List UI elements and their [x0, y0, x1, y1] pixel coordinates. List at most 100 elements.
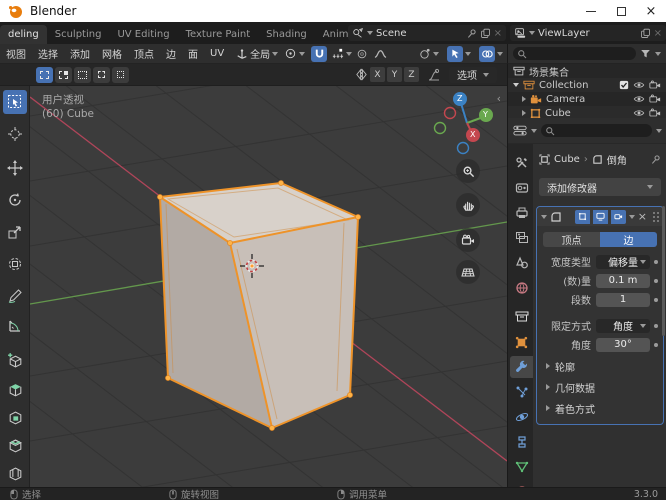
- tab-scene[interactable]: [510, 252, 533, 274]
- tab-particles[interactable]: [510, 381, 533, 403]
- tab-modeling[interactable]: deling: [0, 25, 47, 44]
- select-mode-intersect[interactable]: [112, 66, 129, 83]
- checkbox-icon[interactable]: [619, 80, 629, 90]
- display-realtime-toggle[interactable]: [592, 209, 608, 224]
- hide-eye-icon[interactable]: [633, 94, 645, 104]
- options-dropdown[interactable]: 选项: [449, 66, 497, 83]
- tool-inset-faces[interactable]: [3, 406, 27, 430]
- animate-dot-icon[interactable]: [654, 297, 658, 302]
- menu-face[interactable]: 面: [182, 46, 204, 61]
- outliner-row-cube[interactable]: Cube: [508, 106, 666, 118]
- select-mode-new[interactable]: [36, 66, 53, 83]
- tab-uv-editing[interactable]: UV Editing: [109, 25, 177, 44]
- section-geometry[interactable]: 几何数据: [537, 379, 663, 395]
- display-render-toggle[interactable]: [610, 209, 626, 224]
- tab-constraints[interactable]: [510, 431, 533, 453]
- tab-object-data[interactable]: [510, 456, 533, 478]
- tool-move[interactable]: [3, 156, 27, 180]
- snap-target-dropdown[interactable]: [331, 47, 353, 60]
- animate-dot-icon[interactable]: [654, 323, 658, 328]
- animate-dot-icon[interactable]: [654, 259, 658, 264]
- menu-select[interactable]: 选择: [32, 46, 64, 61]
- drag-handle-icon[interactable]: [652, 211, 659, 222]
- filter-chevron-icon[interactable]: [656, 128, 662, 133]
- limit-method-dropdown[interactable]: 角度: [596, 318, 650, 333]
- tool-annotate[interactable]: [3, 284, 27, 308]
- transform-orientation-dropdown[interactable]: 全局: [236, 46, 279, 61]
- overlays-dropdown[interactable]: [479, 45, 503, 62]
- maximize-button[interactable]: [606, 0, 636, 22]
- collapse-chevron-icon[interactable]: [541, 214, 547, 219]
- angle-field[interactable]: 30°: [596, 337, 650, 352]
- disable-render-camera-icon[interactable]: [649, 108, 661, 118]
- sidebar-toggle-arrow[interactable]: ‹: [497, 92, 501, 105]
- pin-icon[interactable]: [650, 154, 661, 165]
- width-type-dropdown[interactable]: 偏移量: [596, 254, 650, 269]
- tool-cursor[interactable]: [3, 122, 27, 146]
- tab-render[interactable]: [510, 177, 533, 199]
- amount-field[interactable]: 0.1 m: [596, 273, 650, 288]
- properties-scrollbar[interactable]: [662, 206, 665, 336]
- unlink-scene-icon[interactable]: ×: [494, 28, 502, 39]
- modifier-panel-header[interactable]: ×: [537, 207, 663, 226]
- mirror-z-toggle[interactable]: Z: [404, 67, 419, 82]
- menu-view[interactable]: 视图: [0, 46, 32, 61]
- tab-texture-paint[interactable]: Texture Paint: [178, 25, 259, 44]
- tool-measure[interactable]: [3, 314, 27, 338]
- camera-view-button[interactable]: [456, 228, 480, 252]
- disable-render-camera-icon[interactable]: [649, 80, 661, 90]
- view-layer-selector[interactable]: ViewLayer ×: [510, 25, 666, 41]
- animate-dot-icon[interactable]: [654, 342, 658, 347]
- show-overlays-toggle[interactable]: [479, 45, 495, 62]
- mirror-x-toggle[interactable]: X: [370, 67, 385, 82]
- filter-funnel-icon[interactable]: [640, 48, 651, 59]
- menu-vertex[interactable]: 顶点: [128, 46, 160, 61]
- remove-view-layer-icon[interactable]: ×: [654, 28, 662, 39]
- toggle-ortho-button[interactable]: [456, 260, 480, 284]
- tool-add-cube[interactable]: [3, 348, 27, 372]
- add-modifier-button[interactable]: 添加修改器: [539, 178, 661, 196]
- hide-eye-icon[interactable]: [633, 80, 645, 90]
- tab-sculpting[interactable]: Sculpting: [47, 25, 110, 44]
- pan-button[interactable]: [456, 193, 480, 217]
- breadcrumb-modifier[interactable]: 倒角: [607, 152, 627, 167]
- gizmos-dropdown[interactable]: [447, 45, 471, 62]
- section-shading[interactable]: 着色方式: [537, 400, 663, 416]
- expand-arrow-icon[interactable]: [513, 83, 519, 87]
- affect-edges-button[interactable]: 边: [600, 232, 657, 247]
- menu-edge[interactable]: 边: [160, 46, 182, 61]
- show-object-types-dropdown[interactable]: [418, 47, 439, 60]
- display-editmode-toggle[interactable]: [574, 209, 590, 224]
- collapse-arrow-icon[interactable]: [522, 110, 526, 116]
- tab-modifiers[interactable]: [510, 356, 533, 378]
- tool-transform[interactable]: [3, 252, 27, 276]
- section-profile[interactable]: 轮廓: [537, 358, 663, 374]
- menu-mesh[interactable]: 网格: [96, 46, 128, 61]
- tab-object[interactable]: [510, 331, 533, 353]
- gizmo-y-label[interactable]: Y: [483, 110, 488, 119]
- tool-loop-cut[interactable]: [3, 462, 27, 486]
- breadcrumb-object[interactable]: Cube: [554, 154, 580, 165]
- outliner-search-input[interactable]: [513, 47, 636, 60]
- modifier-extras-chevron-icon[interactable]: [628, 214, 635, 219]
- proportional-editing-toggle[interactable]: [354, 46, 370, 62]
- tab-shading[interactable]: Shading: [258, 25, 315, 44]
- hide-eye-icon[interactable]: [633, 108, 645, 118]
- menu-add[interactable]: 添加: [64, 46, 96, 61]
- outliner-row-collection[interactable]: Collection: [508, 78, 666, 92]
- outliner-row-scene-collection[interactable]: 场景集合: [508, 64, 666, 79]
- tool-select-box[interactable]: [3, 90, 27, 114]
- tool-bevel[interactable]: [3, 434, 27, 458]
- mirror-y-toggle[interactable]: Y: [387, 67, 402, 82]
- delete-modifier-icon[interactable]: ×: [638, 211, 647, 222]
- close-button[interactable]: ×: [636, 0, 666, 22]
- select-mode-extend[interactable]: [55, 66, 72, 83]
- tab-collection-props[interactable]: [510, 306, 533, 328]
- snap-toggle[interactable]: [311, 45, 328, 62]
- tool-extrude-region[interactable]: [3, 378, 27, 402]
- tab-output[interactable]: [510, 202, 533, 224]
- new-scene-icon[interactable]: [480, 28, 491, 39]
- show-gizmo-toggle[interactable]: [447, 45, 463, 62]
- select-mode-invert[interactable]: [93, 66, 110, 83]
- tab-tool[interactable]: [510, 152, 533, 174]
